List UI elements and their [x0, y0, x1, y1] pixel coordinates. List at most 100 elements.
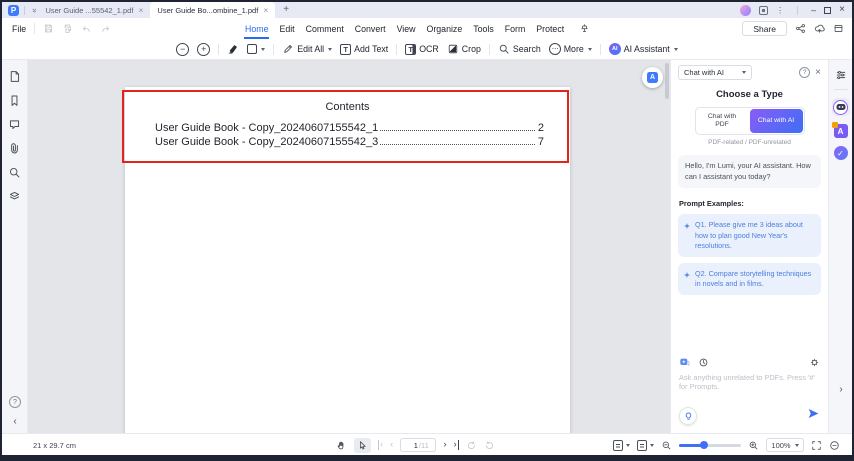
next-page-button[interactable]: › — [443, 440, 446, 450]
new-tab-button[interactable]: + — [283, 5, 289, 15]
collapse-toolbar-icon[interactable] — [833, 23, 844, 34]
cloud-upload-icon[interactable] — [814, 23, 825, 34]
close-panel-icon[interactable]: × — [815, 67, 821, 78]
help-icon[interactable]: ? — [9, 396, 21, 408]
chevron-down-icon — [673, 47, 678, 51]
tab-document-1[interactable]: User Guide ...55542_1.pdf × — [38, 2, 150, 18]
crop-button[interactable]: Crop — [447, 43, 481, 55]
menu-home[interactable]: Home — [243, 18, 270, 39]
more-dots-icon: ⋯ — [548, 43, 561, 55]
menu-comment[interactable]: Comment — [306, 18, 344, 39]
pdf-page: Contents User Guide Book - Copy_20240607… — [122, 87, 570, 433]
divider — [797, 5, 799, 15]
menu-form[interactable]: Form — [505, 18, 526, 39]
zoom-out-button[interactable]: − — [176, 42, 190, 56]
current-page-input[interactable] — [407, 440, 418, 450]
translate-sidebar-icon[interactable]: A — [831, 122, 848, 138]
more-menu-icon[interactable]: ⋮ — [776, 6, 784, 15]
page-display-mode-button[interactable] — [613, 439, 630, 451]
ai-chat-sidebar-button[interactable] — [831, 98, 850, 116]
document-canvas[interactable]: Contents User Guide Book - Copy_20240607… — [28, 60, 670, 433]
shape-tool-button[interactable] — [247, 44, 266, 54]
divider — [396, 43, 398, 55]
account-avatar[interactable] — [740, 4, 752, 16]
hand-tool-icon[interactable] — [336, 440, 347, 451]
chat-with-pdf-button[interactable]: Chat with PDF — [696, 108, 749, 134]
prompt-example-card[interactable]: Q1. Please give me 3 ideas about how to … — [678, 214, 821, 257]
save-icon[interactable] — [43, 23, 54, 34]
search-button[interactable]: Search — [498, 43, 541, 55]
document-scrollbar[interactable] — [665, 63, 669, 99]
send-button[interactable] — [807, 407, 820, 425]
menu-organize[interactable]: Organize — [427, 18, 463, 39]
close-window-button[interactable]: × — [839, 5, 845, 15]
last-page-button[interactable]: › — [454, 440, 459, 450]
previous-view-icon[interactable] — [466, 440, 477, 451]
menu-file[interactable]: File — [12, 24, 26, 34]
close-tab-icon[interactable]: × — [138, 6, 143, 15]
tab-list-chevrons-icon[interactable]: « — [30, 8, 39, 12]
print-icon[interactable] — [62, 23, 73, 34]
share-button[interactable]: Share — [742, 21, 787, 36]
collapse-panel-icon[interactable]: › — [829, 384, 852, 395]
chat-input[interactable] — [671, 370, 828, 402]
attachment-icon[interactable] — [8, 142, 21, 155]
thumbnails-icon[interactable] — [8, 70, 21, 83]
zoom-out-magnifier-icon[interactable] — [661, 440, 672, 451]
statusbar: 21 x 29.7 cm ‹ ‹ /11 › › 100% — [2, 433, 852, 455]
first-page-button[interactable]: ‹ — [378, 440, 383, 450]
prompt-settings-icon[interactable] — [809, 357, 820, 368]
add-text-button[interactable]: T Add Text — [340, 43, 388, 55]
comment-icon[interactable] — [8, 118, 21, 131]
next-view-icon[interactable] — [484, 440, 495, 451]
choose-type-title: Choose a Type — [716, 89, 783, 100]
plugin-icon[interactable] — [759, 5, 769, 15]
undo-icon[interactable] — [81, 23, 92, 34]
panel-settings-icon[interactable] — [835, 69, 847, 81]
translate-float-button[interactable]: A — [642, 67, 663, 88]
panel-help-icon[interactable]: ? — [799, 67, 811, 78]
highlighter-icon[interactable] — [227, 43, 239, 55]
prompt-example-card[interactable]: Q2. Compare storytelling techniques in n… — [678, 262, 821, 295]
edit-all-button[interactable]: Edit All — [282, 43, 333, 55]
hide-statusbar-icon[interactable] — [829, 440, 840, 451]
tab-document-2[interactable]: User Guide Bo...ombine_1.pdf × — [150, 2, 276, 18]
chat-mode-select[interactable]: Chat with AI — [678, 65, 752, 80]
new-chat-icon[interactable] — [679, 357, 690, 368]
close-tab-icon[interactable]: × — [263, 6, 268, 15]
ai-assistant-button[interactable]: AI AI Assistant — [608, 43, 678, 55]
menu-edit[interactable]: Edit — [279, 18, 294, 39]
stamp-icon[interactable] — [8, 190, 21, 203]
restore-window-button[interactable] — [824, 6, 832, 14]
chevron-down-icon — [587, 47, 592, 51]
scroll-mode-button[interactable] — [637, 439, 654, 451]
chat-with-ai-button[interactable]: Chat with AI — [749, 109, 803, 133]
more-button[interactable]: ⋯ More — [548, 43, 592, 55]
menu-protect[interactable]: Protect — [536, 18, 564, 39]
select-tool-active[interactable] — [354, 437, 371, 453]
zoom-level-select[interactable]: 100% — [766, 438, 804, 452]
chat-history-icon[interactable] — [698, 357, 709, 368]
divider — [599, 43, 601, 55]
prompt-ideas-button[interactable] — [679, 407, 697, 425]
divider — [34, 23, 36, 34]
share-nodes-icon[interactable] — [795, 23, 806, 34]
previous-page-button[interactable]: ‹ — [390, 440, 393, 450]
fullscreen-icon[interactable] — [811, 440, 822, 451]
bookmark-icon[interactable] — [8, 94, 21, 107]
zoom-in-magnifier-icon[interactable] — [748, 440, 759, 451]
menu-view[interactable]: View — [397, 18, 416, 39]
zoom-slider-knob[interactable] — [700, 441, 708, 449]
collapse-sidebar-icon[interactable]: ‹ — [13, 417, 16, 427]
prompt-text: Q1. Please give me 3 ideas about how to … — [695, 220, 803, 250]
tips-lamp-icon[interactable] — [579, 23, 590, 34]
menu-tools[interactable]: Tools — [473, 18, 494, 39]
ai-check-sidebar-icon[interactable]: ✓ — [833, 146, 848, 160]
zoom-in-button[interactable]: + — [197, 42, 211, 56]
redo-icon[interactable] — [100, 23, 111, 34]
zoom-slider[interactable] — [679, 441, 741, 449]
menu-convert[interactable]: Convert — [355, 18, 386, 39]
minimize-window-button[interactable]: – — [811, 5, 816, 15]
search-panel-icon[interactable] — [8, 166, 21, 179]
ocr-button[interactable]: T OCR — [405, 43, 439, 55]
